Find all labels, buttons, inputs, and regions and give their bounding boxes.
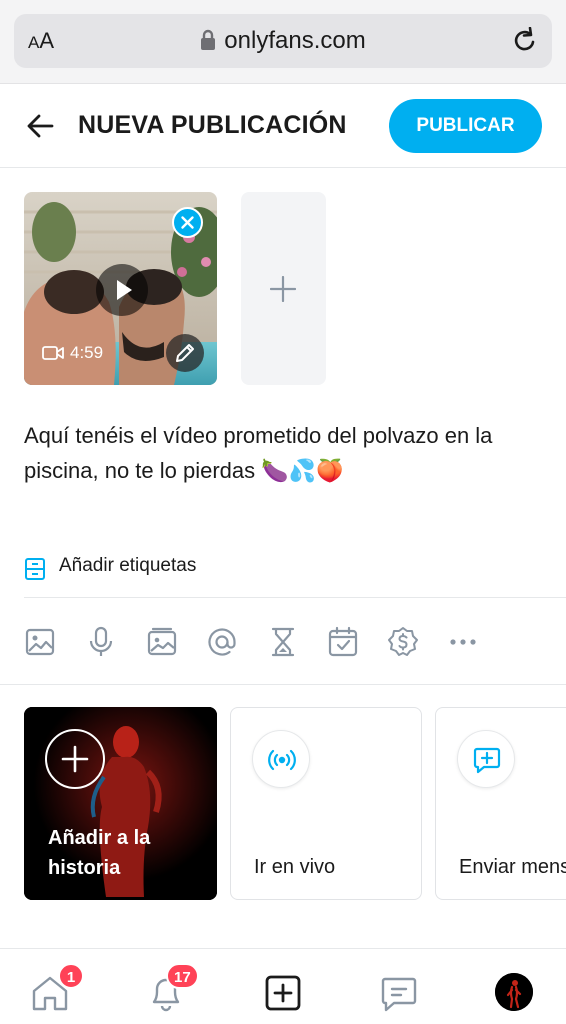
microphone-icon <box>89 626 113 656</box>
bottom-navigation: 1 17 <box>0 948 566 1024</box>
edit-media-button[interactable] <box>166 334 204 372</box>
add-story-label: Añadir a la historia <box>48 827 151 879</box>
price-button[interactable] <box>381 620 425 664</box>
chat-icon <box>381 977 417 1012</box>
add-tags-label: Añadir etiquetas <box>59 555 197 576</box>
image-icon <box>25 628 55 656</box>
add-post-icon <box>265 975 301 1011</box>
new-message-icon <box>473 747 501 774</box>
pencil-icon <box>176 344 194 362</box>
message-icon-circle <box>457 730 515 788</box>
remove-media-button[interactable] <box>172 207 203 238</box>
mention-icon <box>208 628 236 656</box>
avatar-image <box>495 973 533 1011</box>
notifications-badge: 17 <box>166 963 199 989</box>
publish-button[interactable]: PUBLICAR <box>389 99 542 153</box>
nav-profile-avatar[interactable] <box>495 973 533 1011</box>
voice-button[interactable] <box>79 620 123 664</box>
add-image-button[interactable] <box>18 620 62 664</box>
lock-icon <box>201 29 216 50</box>
back-arrow-icon[interactable] <box>26 112 54 140</box>
mention-button[interactable] <box>200 620 244 664</box>
url-display[interactable]: onlyfans.com <box>14 27 552 55</box>
broadcast-icon <box>268 749 296 771</box>
post-header: NUEVA PUBLICACIÓN PUBLICAR <box>0 84 566 168</box>
calendar-icon <box>328 626 358 657</box>
tag-drawer-icon <box>25 558 45 580</box>
reload-icon[interactable] <box>512 27 538 55</box>
post-caption-text[interactable]: Aquí tenéis el vídeo prometido del polva… <box>24 418 544 488</box>
url-text: onlyfans.com <box>224 27 366 54</box>
nav-messages[interactable] <box>377 971 421 1015</box>
price-icon <box>388 627 418 656</box>
more-options-button[interactable] <box>441 620 485 664</box>
nav-notifications[interactable]: 17 <box>144 963 199 1015</box>
add-media-button[interactable] <box>241 192 326 385</box>
plus-icon <box>270 276 296 302</box>
schedule-button[interactable] <box>321 620 365 664</box>
go-live-label: Ir en vivo <box>254 856 336 878</box>
video-camera-icon <box>42 346 64 360</box>
close-icon <box>181 216 194 229</box>
add-story-plus-button[interactable] <box>45 729 105 789</box>
browser-bar: AA onlyfans.com <box>0 0 566 84</box>
post-toolbar <box>0 620 566 664</box>
vault-button[interactable] <box>140 620 184 664</box>
live-icon-circle <box>252 730 310 788</box>
send-message-label: Enviar mensaje <box>459 856 566 878</box>
more-icon <box>450 639 476 645</box>
plus-icon <box>61 745 89 773</box>
gallery-icon <box>147 627 177 656</box>
address-bar[interactable]: AA onlyfans.com <box>14 14 552 68</box>
page-title: NUEVA PUBLICACIÓN <box>78 111 347 139</box>
video-duration: 4:59 <box>42 343 103 363</box>
nav-new-post[interactable] <box>262 971 306 1015</box>
play-button[interactable] <box>96 264 148 316</box>
nav-home[interactable]: 1 <box>28 963 84 1015</box>
duration-text: 4:59 <box>70 343 104 362</box>
send-message-card[interactable]: Enviar mensaje <box>435 707 566 900</box>
divider <box>0 684 566 685</box>
expiration-button[interactable] <box>261 620 305 664</box>
hourglass-icon <box>271 627 295 657</box>
divider <box>24 597 566 598</box>
play-icon <box>117 280 132 300</box>
home-notification-badge: 1 <box>58 963 84 989</box>
add-story-card[interactable]: Añadir a la historia <box>24 707 217 900</box>
go-live-card[interactable]: Ir en vivo <box>230 707 422 900</box>
